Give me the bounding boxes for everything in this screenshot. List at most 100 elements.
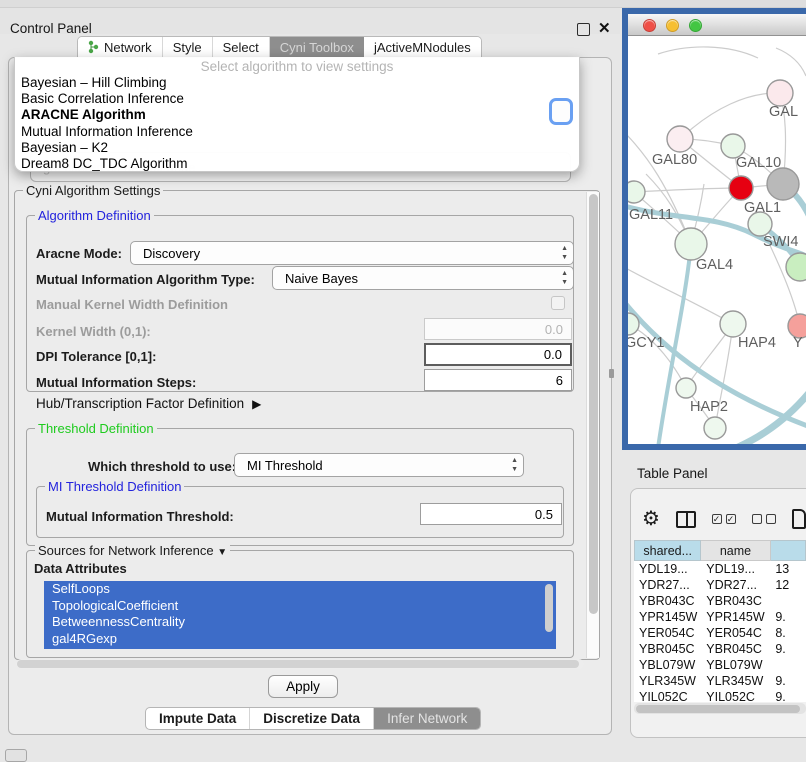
table-row[interactable]: YBR043CYBR043C xyxy=(634,593,806,609)
table-cell: 9. xyxy=(770,641,806,657)
attribute-list-item[interactable]: gal4RGexp xyxy=(44,631,556,648)
table-cell: YER054C xyxy=(634,625,701,641)
control-panel-tabbar: NetworkStyleSelectCyni ToolboxjActiveMNo… xyxy=(77,36,482,58)
table-cell: YER054C xyxy=(701,625,770,641)
tab-infer-network[interactable]: Infer Network xyxy=(374,708,480,729)
tab-impute-data[interactable]: Impute Data xyxy=(146,708,250,729)
data-attributes-list[interactable]: SelfLoopsTopologicalCoefficientBetweenne… xyxy=(44,581,556,649)
network-node-gal1[interactable] xyxy=(729,176,753,200)
node-attribute-table[interactable]: shared...name YDL19...YDL19...13YDR27...… xyxy=(634,540,806,702)
algorithm-option[interactable]: Bayesian – Hill Climbing xyxy=(15,75,579,91)
algorithm-option[interactable]: Mutual Information Inference xyxy=(15,124,579,140)
table-row[interactable]: YBR045CYBR045C9. xyxy=(634,641,806,657)
list-scrollbar[interactable] xyxy=(545,584,553,632)
table-cell: YBR043C xyxy=(701,593,770,609)
network-node-gal11[interactable] xyxy=(628,181,645,203)
algorithm-option[interactable]: Dream8 DC_TDC Algorithm xyxy=(15,156,579,172)
minimized-panel-button[interactable] xyxy=(5,749,27,762)
network-canvas[interactable]: GALGAL80GAL10GAL1GAL11GAL4SWI4GCY1HAP4YH… xyxy=(628,36,806,444)
table-cell: YLR345W xyxy=(701,673,770,689)
manual-kernel-checkbox[interactable] xyxy=(551,296,565,310)
table-cell: YBL079W xyxy=(701,657,770,673)
node-label: Y xyxy=(793,335,803,351)
attribute-list-item[interactable]: TopologicalCoefficient xyxy=(44,598,556,615)
table-horizontal-scrollbar[interactable] xyxy=(634,703,806,714)
table-row[interactable]: YDR27...YDR27...12 xyxy=(634,577,806,593)
network-node-gal4[interactable] xyxy=(675,228,707,260)
table-cell xyxy=(770,657,806,673)
cyni-settings-legend: Cyni Algorithm Settings xyxy=(23,183,163,198)
column-header[interactable]: shared... xyxy=(634,540,701,561)
algorithm-option[interactable]: Basic Correlation Inference xyxy=(15,91,579,107)
network-node-hap4[interactable] xyxy=(720,311,746,337)
table-row[interactable]: YER054CYER054C8. xyxy=(634,625,806,641)
document-icon[interactable] xyxy=(792,509,806,529)
table-row[interactable]: YBL079WYBL079W xyxy=(634,657,806,673)
dpi-tolerance-field[interactable]: 0.0 xyxy=(424,343,572,366)
tab-discretize-data[interactable]: Discretize Data xyxy=(250,708,374,729)
tab-style[interactable]: Style xyxy=(163,37,213,57)
close-window-icon[interactable] xyxy=(643,19,656,32)
gear-icon[interactable]: ⚙ xyxy=(642,509,660,529)
node-label: HAP2 xyxy=(690,399,728,415)
table-row[interactable]: YLR345WYLR345W9. xyxy=(634,673,806,689)
table-cell: 8. xyxy=(770,625,806,641)
table-cell: 13 xyxy=(770,561,806,577)
table-row[interactable]: YIL052CYIL052C9. xyxy=(634,689,806,702)
attribute-list-item[interactable]: SelfLoops xyxy=(44,581,556,598)
zoom-window-icon[interactable] xyxy=(689,19,702,32)
column-header[interactable] xyxy=(771,540,806,561)
which-threshold-combo[interactable]: MI Threshold ▲▼ xyxy=(234,453,524,477)
deselect-checkboxes-icon[interactable] xyxy=(752,514,776,524)
table-row[interactable]: YDL19...YDL19...13 xyxy=(634,561,806,577)
settings-vertical-scrollbar[interactable] xyxy=(586,192,599,658)
tab-select[interactable]: Select xyxy=(213,37,270,57)
combo-focus-ring xyxy=(549,98,573,125)
expand-right-icon: ▶ xyxy=(252,397,261,411)
kernel-width-field[interactable]: 0.0 xyxy=(424,318,572,340)
algorithm-option[interactable]: Bayesian – K2 xyxy=(15,140,579,156)
dpi-tolerance-label: DPI Tolerance [0,1]: xyxy=(36,349,156,364)
expand-down-icon: ▼ xyxy=(217,547,227,558)
node-label: GAL4 xyxy=(696,257,733,273)
split-columns-icon[interactable] xyxy=(676,511,696,528)
tab-network[interactable]: Network xyxy=(78,37,163,57)
sources-legend[interactable]: Sources for Network Inference ▼ xyxy=(35,543,230,558)
network-node-hap2[interactable] xyxy=(676,378,696,398)
float-panel-icon[interactable] xyxy=(577,23,590,36)
network-node-gal80[interactable] xyxy=(667,126,693,152)
network-node[interactable] xyxy=(767,80,793,106)
table-cell: YBR045C xyxy=(701,641,770,657)
select-checkboxes-icon[interactable]: ✓✓ xyxy=(712,514,736,524)
hub-definition-expander[interactable]: Hub/Transcription Factor Definition▶ xyxy=(36,396,261,411)
network-node[interactable] xyxy=(786,253,806,281)
node-label: HAP4 xyxy=(738,335,776,351)
table-cell: YPR145W xyxy=(701,609,770,625)
mi-threshold-field[interactable]: 0.5 xyxy=(420,503,562,525)
node-label: GAL11 xyxy=(629,207,673,223)
minimize-window-icon[interactable] xyxy=(666,19,679,32)
attribute-list-item[interactable]: BetweennessCentrality xyxy=(44,614,556,631)
network-node[interactable] xyxy=(704,417,726,439)
algorithm-dropdown-popup: Select algorithm to view settings Bayesi… xyxy=(14,57,580,172)
network-node[interactable] xyxy=(767,168,799,200)
control-panel-titlebar: Control Panel ✕ xyxy=(0,8,620,34)
mi-steps-field[interactable]: 6 xyxy=(424,369,572,391)
settings-horizontal-scrollbar[interactable] xyxy=(16,659,584,669)
mi-type-combo[interactable]: Naive Bayes ▲▼ xyxy=(272,266,574,290)
algorithm-option[interactable]: ARACNE Algorithm xyxy=(15,107,579,123)
splitter-handle[interactable] xyxy=(609,369,614,378)
tab-cyni-toolbox[interactable]: Cyni Toolbox xyxy=(270,37,364,57)
column-header[interactable]: name xyxy=(701,540,770,561)
close-panel-icon[interactable]: ✕ xyxy=(598,19,611,37)
table-cell: YDR27... xyxy=(701,577,770,593)
table-row[interactable]: YPR145WYPR145W9. xyxy=(634,609,806,625)
aracne-mode-combo[interactable]: Discovery ▲▼ xyxy=(130,241,574,265)
data-attributes-label: Data Attributes xyxy=(34,561,127,576)
tab-jactivemnodules[interactable]: jActiveMNodules xyxy=(364,37,481,57)
apply-button[interactable]: Apply xyxy=(268,675,338,698)
table-cell: YBR043C xyxy=(634,593,701,609)
network-window-titlebar[interactable] xyxy=(628,14,806,36)
node-label: SWI4 xyxy=(763,234,798,250)
kernel-width-label: Kernel Width (0,1): xyxy=(36,324,151,339)
